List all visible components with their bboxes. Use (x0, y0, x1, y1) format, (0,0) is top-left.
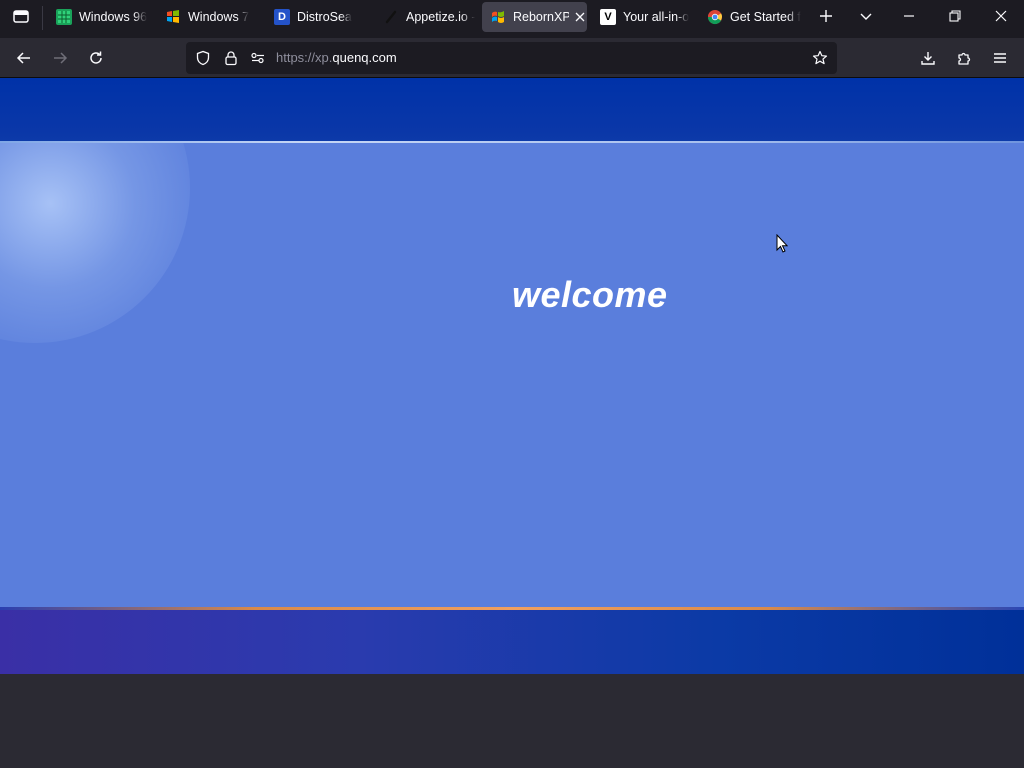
chevron-down-icon (860, 13, 872, 20)
close-window-button[interactable] (978, 0, 1024, 32)
windows96-icon (56, 9, 72, 25)
firefox-view-button[interactable] (0, 0, 42, 32)
plus-icon (820, 10, 832, 22)
xp-light-glow (0, 143, 190, 343)
lock-icon[interactable] (223, 50, 239, 66)
url-subdomain: xp. (315, 50, 333, 65)
tab-title: Windows 96 (79, 10, 148, 24)
new-tab-button[interactable] (812, 0, 840, 32)
v-icon: V (600, 9, 616, 25)
downloads-button[interactable] (912, 42, 944, 74)
reload-icon (90, 51, 102, 64)
minimize-icon (904, 15, 914, 17)
tab-get-started[interactable]: Get Started f (699, 2, 805, 32)
distrosea-icon: D (274, 9, 290, 25)
url-bar[interactable]: https://xp.quenq.com (186, 42, 837, 74)
tab-title: Appetize.io - (406, 10, 476, 24)
restore-icon (949, 10, 961, 22)
xp-welcome-bottom-band (0, 610, 1024, 674)
url-scheme: https:// (276, 50, 316, 65)
firefox-view-icon (13, 10, 29, 23)
url-domain: quenq.com (332, 50, 397, 65)
windows-xp-flag-icon (490, 9, 506, 25)
chrome-icon (707, 9, 723, 25)
tab-title: RebornXP (513, 10, 570, 24)
tracking-protection-icon[interactable] (195, 50, 211, 66)
permissions-icon[interactable] (250, 50, 266, 66)
tab-title: Windows 7 (188, 10, 250, 24)
tab-distrosea[interactable]: D DistroSea (266, 2, 372, 32)
list-all-tabs-button[interactable] (852, 0, 880, 32)
xp-welcome-top-band (0, 78, 1024, 141)
windows-flag-icon (165, 9, 181, 25)
extensions-button[interactable] (948, 42, 980, 74)
forward-button[interactable] (44, 42, 76, 74)
tab-strip: Windows 96 Windows 7 D DistroSea Appetiz… (0, 0, 1024, 38)
tab-separator (42, 6, 43, 30)
tab-title: Get Started f (730, 10, 801, 24)
appetize-icon (383, 9, 399, 25)
download-icon (921, 52, 935, 65)
close-icon (995, 10, 1007, 22)
welcome-text: welcome (512, 274, 668, 315)
url-text[interactable]: https://xp.quenq.com (276, 50, 397, 66)
tab-title: DistroSea (297, 10, 352, 24)
xp-welcome-panel (0, 143, 1024, 607)
arrow-left-icon (16, 52, 30, 64)
web-page: welcome (0, 78, 1024, 768)
close-tab-icon[interactable] (573, 10, 587, 24)
tab-rebornxp[interactable]: RebornXP (482, 2, 587, 32)
page-empty-area (0, 674, 1024, 768)
mouse-cursor-icon (776, 234, 788, 253)
puzzle-piece-icon (958, 52, 971, 65)
tab-appetize[interactable]: Appetize.io - (375, 2, 481, 32)
tab-windows-7[interactable]: Windows 7 (157, 2, 263, 32)
minimize-window-button[interactable] (886, 0, 932, 32)
hamburger-menu-icon (994, 53, 1006, 63)
navigation-toolbar: https://xp.quenq.com (0, 38, 1024, 78)
tab-your-all-in-one[interactable]: V Your all-in-o (592, 2, 698, 32)
back-button[interactable] (8, 42, 40, 74)
app-menu-button[interactable] (984, 42, 1016, 74)
tab-windows-96[interactable]: Windows 96 (48, 2, 154, 32)
bookmark-star-icon[interactable] (812, 50, 828, 66)
arrow-right-icon (54, 52, 68, 64)
tab-title: Your all-in-o (623, 10, 690, 24)
reload-button[interactable] (80, 42, 112, 74)
restore-window-button[interactable] (932, 0, 978, 32)
